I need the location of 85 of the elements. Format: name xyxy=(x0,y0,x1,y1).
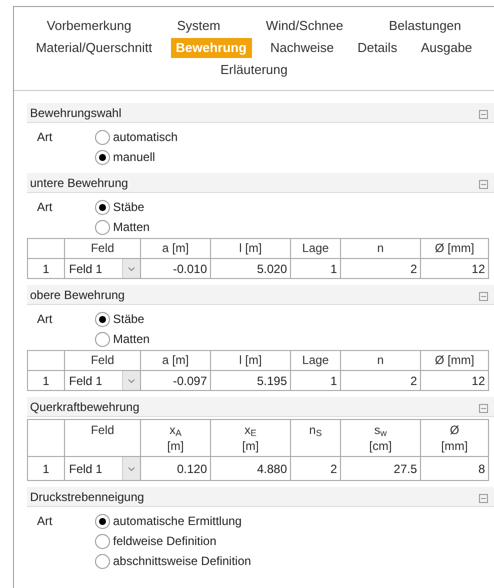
radio-label: abschnittsweise Definition xyxy=(113,553,252,570)
tab[interactable]: Erläuterung xyxy=(215,60,293,80)
collapse-icon[interactable] xyxy=(479,494,488,503)
table-cell[interactable]: 2 xyxy=(341,259,421,279)
column-header: Ø [mm] xyxy=(421,239,489,259)
dropdown-field[interactable]: Feld 1 xyxy=(65,259,141,279)
tab[interactable]: Details xyxy=(352,38,402,58)
radio-button[interactable] xyxy=(95,554,110,568)
radio-label: feldweise Definition xyxy=(113,533,216,550)
radio-label: automatische Ermittlung xyxy=(113,513,242,530)
radio-button[interactable] xyxy=(95,514,110,528)
collapse-icon[interactable] xyxy=(479,110,488,119)
section-header[interactable]: Bewehrungswahl xyxy=(27,103,494,123)
chevron-down-icon[interactable] xyxy=(122,259,140,278)
collapse-icon[interactable] xyxy=(479,404,488,413)
radio-label: Stäbe xyxy=(113,311,144,328)
radio-button[interactable] xyxy=(95,312,110,326)
column-header: Ø [mm] xyxy=(421,420,489,457)
field-label: Art xyxy=(37,199,54,216)
section-title: untere Bewehrung xyxy=(30,174,128,192)
field-label: Art xyxy=(37,311,54,328)
section-header[interactable]: Druckstrebenneigung xyxy=(27,487,494,507)
radio-button[interactable] xyxy=(95,200,110,214)
column-header: Lage xyxy=(291,239,341,259)
column-header: l [m] xyxy=(211,239,291,259)
radio-button[interactable] xyxy=(95,332,110,346)
table-cell[interactable]: 5.195 xyxy=(211,371,291,391)
radio-label: Matten xyxy=(113,331,150,348)
radio-button[interactable] xyxy=(95,130,110,144)
section-title: Bewehrungswahl xyxy=(30,104,122,122)
column-header: Lage xyxy=(291,351,341,371)
field-label: Art xyxy=(37,129,54,146)
tab[interactable]: Vorbemerkung xyxy=(42,16,136,36)
table-cell[interactable]: 2 xyxy=(291,457,341,481)
section-title: obere Bewehrung xyxy=(30,286,125,304)
table-cell[interactable]: 2 xyxy=(341,371,421,391)
row-number: 1 xyxy=(28,259,65,279)
section-header[interactable]: obere Bewehrung xyxy=(27,285,494,305)
table-cell[interactable]: 5.020 xyxy=(211,259,291,279)
table-cell[interactable]: -0.010 xyxy=(141,259,211,279)
column-header: n xyxy=(341,351,421,371)
row-number: 1 xyxy=(28,371,65,391)
radio-button[interactable] xyxy=(95,150,110,164)
column-header: a [m] xyxy=(141,351,211,371)
column-header: x$_{E}$ [m] xyxy=(211,420,291,457)
table-cell[interactable]: 1 xyxy=(291,259,341,279)
dropdown-field[interactable]: Feld 1 xyxy=(65,371,141,391)
table-cell[interactable]: 27.5 xyxy=(341,457,421,481)
dropdown-field[interactable]: Feld 1 xyxy=(65,457,141,481)
table-cell[interactable]: 8 xyxy=(421,457,489,481)
radio-label: Stäbe xyxy=(113,199,144,216)
column-header: n xyxy=(341,239,421,259)
column-header: Ø [mm] xyxy=(421,351,489,371)
tab[interactable]: Material/Querschnitt xyxy=(30,38,158,58)
radio-button[interactable] xyxy=(95,220,110,234)
tab[interactable]: Nachweise xyxy=(265,38,339,58)
tab[interactable]: Wind/Schnee xyxy=(260,16,348,36)
column-header: n$_{S}$ xyxy=(291,420,341,457)
section-header[interactable]: Querkraftbewehrung xyxy=(27,397,494,417)
table-cell[interactable]: -0.097 xyxy=(141,371,211,391)
radio-button[interactable] xyxy=(95,534,110,548)
radio-label: automatisch xyxy=(113,129,178,146)
chevron-down-icon[interactable] xyxy=(122,457,140,480)
row-number: 1 xyxy=(28,457,65,481)
field-label: Art xyxy=(37,513,54,530)
table-cell[interactable]: 4.880 xyxy=(211,457,291,481)
section-title: Querkraftbewehrung xyxy=(30,398,140,416)
table-cell[interactable]: 12 xyxy=(421,371,489,391)
collapse-icon[interactable] xyxy=(479,180,488,189)
radio-label: Matten xyxy=(113,219,150,236)
column-header: l [m] xyxy=(211,351,291,371)
tab[interactable]: Belastungen xyxy=(384,16,466,36)
chevron-down-icon[interactable] xyxy=(122,371,140,390)
radio-label: manuell xyxy=(113,149,156,166)
tab[interactable]: Ausgabe xyxy=(416,38,478,58)
table-cell[interactable]: 1 xyxy=(291,371,341,391)
collapse-icon[interactable] xyxy=(479,292,488,301)
column-header: a [m] xyxy=(141,239,211,259)
table-cell[interactable]: 0.120 xyxy=(141,457,211,481)
tab[interactable]: System xyxy=(172,16,226,36)
section-header[interactable]: untere Bewehrung xyxy=(27,173,494,193)
column-header: s$_{w}$ [cm] xyxy=(341,420,421,457)
table-cell[interactable]: 12 xyxy=(421,259,489,279)
section-title: Druckstrebenneigung xyxy=(30,488,144,506)
column-header: x$_{A}$ [m] xyxy=(141,420,211,457)
